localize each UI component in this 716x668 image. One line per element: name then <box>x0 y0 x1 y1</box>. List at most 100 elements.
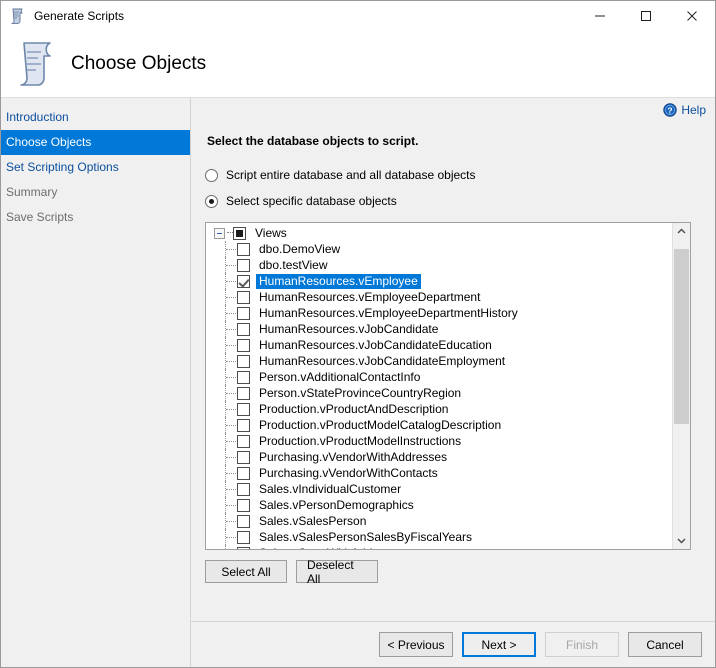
help-link[interactable]: ? Help <box>663 103 706 117</box>
tree-guide-line <box>214 513 237 529</box>
scrollbar-thumb[interactable] <box>674 249 689 424</box>
radio-select-specific-objects[interactable]: Select specific database objects <box>205 190 715 212</box>
radio-unchecked-icon <box>205 168 218 182</box>
checkbox-checked-icon[interactable] <box>237 274 250 288</box>
tree-item-label: Sales.vIndividualCustomer <box>259 481 402 496</box>
script-scroll-icon <box>9 7 27 25</box>
tree-item-label: dbo.testView <box>259 257 328 272</box>
tree-item-label: Sales.vSalesPersonSalesByFiscalYears <box>259 529 472 544</box>
page-header: Choose Objects <box>1 31 715 98</box>
checkbox-unchecked-icon[interactable] <box>237 402 250 416</box>
tree-guide-line <box>214 257 237 273</box>
checkbox-unchecked-icon[interactable] <box>237 514 250 528</box>
instruction-text: Select the database objects to script. <box>207 134 419 148</box>
checkbox-unchecked-icon[interactable] <box>237 498 250 512</box>
tree-item[interactable]: Sales.vSalesPersonSalesByFiscalYears <box>206 529 672 545</box>
tree-item[interactable]: dbo.testView <box>206 257 672 273</box>
tree-item[interactable]: Sales.vPersonDemographics <box>206 497 672 513</box>
checkbox-unchecked-icon[interactable] <box>237 386 250 400</box>
tree-item[interactable]: HumanResources.vEmployeeDepartmentHistor… <box>206 305 672 321</box>
scroll-down-arrow-icon[interactable] <box>673 532 690 549</box>
tree-guide-line <box>214 433 237 449</box>
tree-guide-line <box>214 273 237 289</box>
checkbox-unchecked-icon[interactable] <box>237 530 250 544</box>
checkbox-unchecked-icon[interactable] <box>237 338 250 352</box>
checkbox-unchecked-icon[interactable] <box>237 546 250 549</box>
tree-item-label: HumanResources.vEmployeeDepartmentHistor… <box>259 305 518 320</box>
tree-item[interactable]: dbo.DemoView <box>206 241 672 257</box>
tree-item-label: Person.vStateProvinceCountryRegion <box>259 385 462 400</box>
checkbox-partial-icon[interactable] <box>233 226 246 240</box>
tree-item[interactable]: Person.vStateProvinceCountryRegion <box>206 385 672 401</box>
tree-item-selected[interactable]: HumanResources.vEmployee <box>206 273 672 289</box>
cancel-button[interactable]: Cancel <box>628 632 702 657</box>
tree-guide-line <box>214 289 237 305</box>
tree-item[interactable]: HumanResources.vEmployeeDepartment <box>206 289 672 305</box>
checkbox-unchecked-icon[interactable] <box>237 418 250 432</box>
checkbox-unchecked-icon[interactable] <box>237 290 250 304</box>
checkbox-unchecked-icon[interactable] <box>237 258 250 272</box>
tree-item[interactable]: HumanResources.vJobCandidateEmployment <box>206 353 672 369</box>
checkbox-unchecked-icon[interactable] <box>237 370 250 384</box>
sidebar-item-introduction[interactable]: Introduction <box>1 105 190 130</box>
wizard-footer: < Previous Next > Finish Cancel <box>191 621 715 667</box>
tree-item-label: Purchasing.vVendorWithAddresses <box>259 449 448 464</box>
deselect-all-button[interactable]: Deselect All <box>296 558 378 586</box>
help-label: Help <box>681 103 706 117</box>
checkbox-unchecked-icon[interactable] <box>237 354 250 368</box>
checkbox-unchecked-icon[interactable] <box>237 450 250 464</box>
object-tree-list[interactable]: Views dbo.DemoView dbo.testView HumanRes… <box>206 223 672 549</box>
tree-item[interactable]: Purchasing.vVendorWithAddresses <box>206 449 672 465</box>
tree-guide-line <box>214 465 237 481</box>
sidebar-item-summary: Summary <box>6 185 58 199</box>
tree-item[interactable]: Production.vProductModelInstructions <box>206 433 672 449</box>
selection-buttons: Select All Deselect All <box>205 558 715 586</box>
radio-script-entire-database-label: Script entire database and all database … <box>226 168 476 182</box>
script-scroll-icon <box>13 39 61 89</box>
scroll-up-arrow-icon[interactable] <box>673 223 690 240</box>
tree-item-label: HumanResources.vEmployeeDepartment <box>259 289 481 304</box>
tree-guide-line <box>214 241 237 257</box>
select-all-button[interactable]: Select All <box>205 560 287 583</box>
tree-item[interactable]: HumanResources.vJobCandidateEducation <box>206 337 672 353</box>
sidebar-item-set-scripting-options[interactable]: Set Scripting Options <box>1 155 190 180</box>
tree-item[interactable]: Production.vProductAndDescription <box>206 401 672 417</box>
tree-guide-line <box>214 385 237 401</box>
tree-item[interactable]: Sales.vSalesPerson <box>206 513 672 529</box>
tree-guide-line <box>214 369 237 385</box>
tree-guide-line <box>214 481 237 497</box>
tree-item[interactable]: Person.vAdditionalContactInfo <box>206 369 672 385</box>
tree-item[interactable]: Sales.vStoreWithAddresses <box>206 545 672 549</box>
collapse-expander-icon[interactable] <box>214 227 225 239</box>
checkbox-unchecked-icon[interactable] <box>237 322 250 336</box>
tree-item[interactable]: Sales.vIndividualCustomer <box>206 481 672 497</box>
tree-item-label: HumanResources.vJobCandidate <box>259 321 439 336</box>
generate-scripts-window: Generate Scripts Choose Objects Introduc… <box>0 0 716 668</box>
checkbox-unchecked-icon[interactable] <box>237 482 250 496</box>
next-button[interactable]: Next > <box>462 632 536 657</box>
sidebar-item-save-scripts: Save Scripts <box>6 210 74 224</box>
tree-item[interactable]: HumanResources.vJobCandidate <box>206 321 672 337</box>
checkbox-unchecked-icon[interactable] <box>237 434 250 448</box>
tree-guide-line <box>214 353 237 369</box>
tree-item-label: Production.vProductModelInstructions <box>259 433 462 448</box>
maximize-button[interactable] <box>623 1 669 31</box>
minimize-button[interactable] <box>577 1 623 31</box>
tree-guide-line <box>214 321 237 337</box>
tree-guide-line <box>214 305 237 321</box>
footer-wrap: < Previous Next > Finish Cancel <box>1 621 715 667</box>
close-button[interactable] <box>669 1 715 31</box>
checkbox-unchecked-icon[interactable] <box>237 466 250 480</box>
tree-guide-line <box>214 545 237 549</box>
tree-item-label: Purchasing.vVendorWithContacts <box>259 465 438 480</box>
radio-script-entire-database[interactable]: Script entire database and all database … <box>205 164 715 186</box>
checkbox-unchecked-icon[interactable] <box>237 306 250 320</box>
checkbox-unchecked-icon[interactable] <box>237 242 250 256</box>
tree-vertical-scrollbar[interactable] <box>672 223 690 549</box>
tree-root-views[interactable]: Views <box>206 225 672 241</box>
tree-item[interactable]: Production.vProductModelCatalogDescripti… <box>206 417 672 433</box>
previous-button[interactable]: < Previous <box>379 632 453 657</box>
object-tree-panel[interactable]: Views dbo.DemoView dbo.testView HumanRes… <box>205 222 691 550</box>
sidebar-item-choose-objects[interactable]: Choose Objects <box>1 130 190 155</box>
tree-item[interactable]: Purchasing.vVendorWithContacts <box>206 465 672 481</box>
